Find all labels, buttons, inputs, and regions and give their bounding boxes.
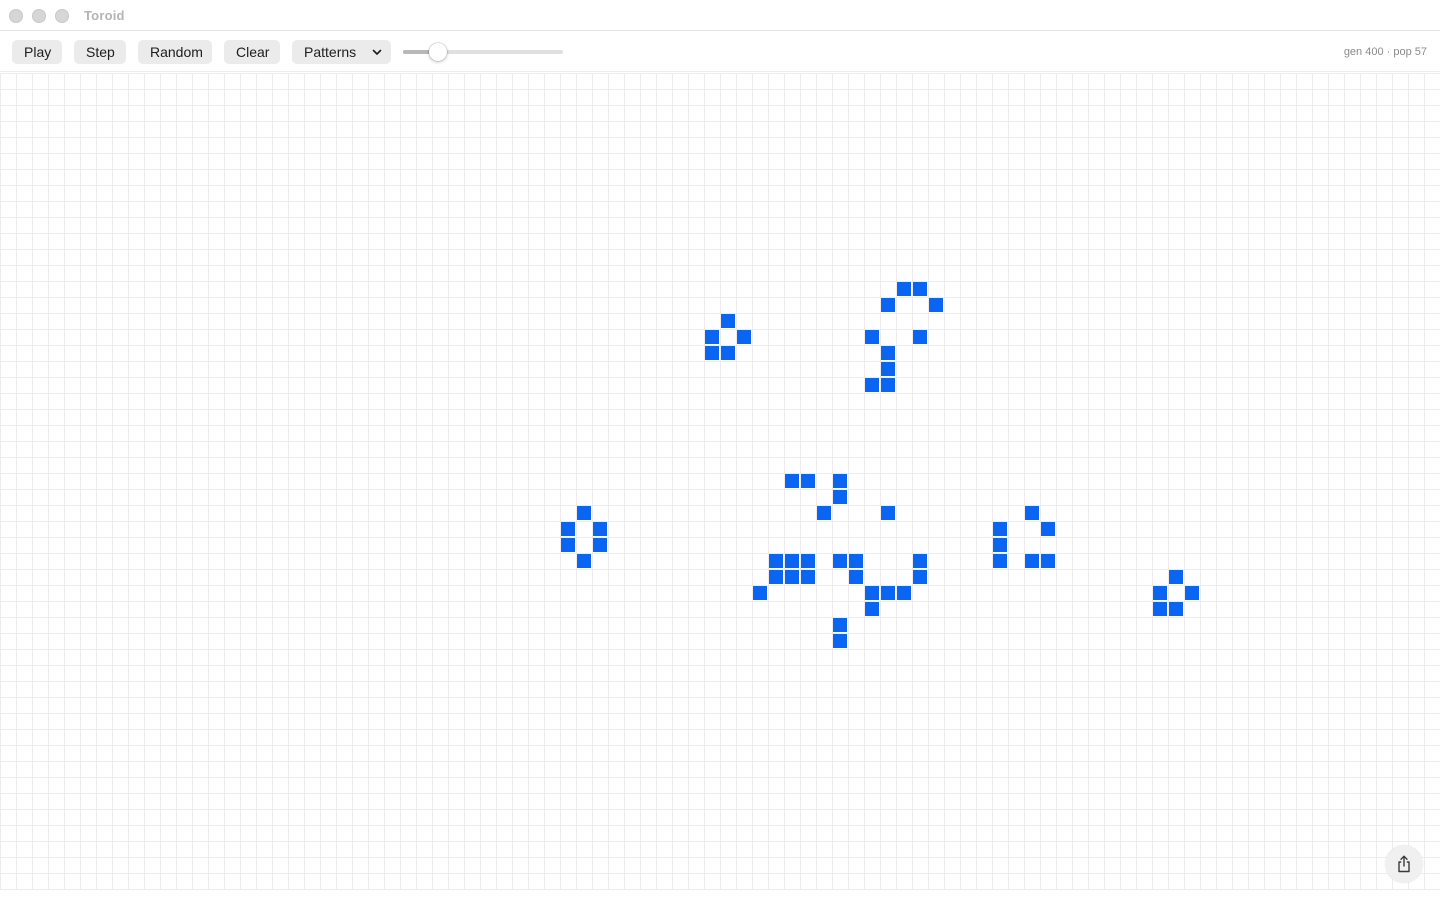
live-cell[interactable]	[785, 554, 799, 568]
live-cell[interactable]	[769, 570, 783, 584]
chevron-down-icon	[371, 40, 383, 64]
live-cell[interactable]	[881, 346, 895, 360]
live-cell[interactable]	[561, 538, 575, 552]
live-cell[interactable]	[737, 330, 751, 344]
live-cell[interactable]	[817, 506, 831, 520]
live-cell[interactable]	[881, 298, 895, 312]
live-cell[interactable]	[1185, 586, 1199, 600]
window-title: Toroid	[84, 8, 125, 23]
life-grid-canvas[interactable]	[0, 73, 1440, 890]
live-cell[interactable]	[913, 570, 927, 584]
patterns-dropdown[interactable]: Patterns	[292, 40, 391, 64]
live-cell[interactable]	[913, 282, 927, 296]
live-cell[interactable]	[833, 474, 847, 488]
live-cell[interactable]	[1025, 506, 1039, 520]
live-cell[interactable]	[897, 282, 911, 296]
play-button[interactable]: Play	[12, 40, 62, 64]
live-cell[interactable]	[1169, 602, 1183, 616]
random-button[interactable]: Random	[138, 40, 212, 64]
clear-button[interactable]: Clear	[224, 40, 280, 64]
speed-slider[interactable]	[403, 42, 563, 62]
live-cell[interactable]	[881, 586, 895, 600]
live-cell[interactable]	[849, 554, 863, 568]
live-cell[interactable]	[721, 346, 735, 360]
zoom-window-button[interactable]	[55, 9, 69, 23]
toolbar: Play Step Random Clear Patterns gen 400 …	[0, 32, 1440, 72]
bottom-margin	[0, 890, 1440, 900]
live-cell[interactable]	[785, 474, 799, 488]
live-cell[interactable]	[753, 586, 767, 600]
live-cell[interactable]	[593, 538, 607, 552]
live-cell[interactable]	[993, 554, 1007, 568]
minimize-window-button[interactable]	[32, 9, 46, 23]
live-cell[interactable]	[1041, 554, 1055, 568]
live-cell[interactable]	[593, 522, 607, 536]
live-cell[interactable]	[849, 570, 863, 584]
live-cell[interactable]	[801, 474, 815, 488]
live-cell[interactable]	[833, 634, 847, 648]
live-cell[interactable]	[577, 554, 591, 568]
live-cell[interactable]	[1169, 570, 1183, 584]
live-cell[interactable]	[913, 330, 927, 344]
live-cell[interactable]	[833, 554, 847, 568]
live-cell[interactable]	[1025, 554, 1039, 568]
live-cell[interactable]	[865, 586, 879, 600]
close-window-button[interactable]	[9, 9, 23, 23]
live-cell[interactable]	[881, 506, 895, 520]
live-cell[interactable]	[913, 554, 927, 568]
live-cell[interactable]	[785, 570, 799, 584]
live-cell[interactable]	[865, 378, 879, 392]
live-cell[interactable]	[833, 618, 847, 632]
share-button[interactable]	[1385, 845, 1423, 883]
live-cell[interactable]	[897, 586, 911, 600]
speed-slider-thumb[interactable]	[429, 43, 447, 61]
app-window: Toroid Play Step Random Clear Patterns g…	[0, 0, 1440, 900]
live-cell[interactable]	[801, 570, 815, 584]
live-cell[interactable]	[801, 554, 815, 568]
live-cell[interactable]	[833, 490, 847, 504]
live-cell[interactable]	[865, 330, 879, 344]
live-cell[interactable]	[705, 330, 719, 344]
live-cell[interactable]	[705, 346, 719, 360]
live-cell[interactable]	[881, 362, 895, 376]
generation-population-status: gen 400 · pop 57	[1343, 46, 1427, 58]
live-cell[interactable]	[561, 522, 575, 536]
live-cell[interactable]	[577, 506, 591, 520]
live-cell[interactable]	[721, 314, 735, 328]
step-button[interactable]: Step	[74, 40, 126, 64]
live-cell[interactable]	[769, 554, 783, 568]
live-cell[interactable]	[1153, 602, 1167, 616]
patterns-dropdown-label: Patterns	[304, 44, 357, 60]
title-bar: Toroid	[0, 0, 1440, 31]
live-cell[interactable]	[993, 522, 1007, 536]
live-cell[interactable]	[929, 298, 943, 312]
live-cell[interactable]	[993, 538, 1007, 552]
live-cell[interactable]	[881, 378, 895, 392]
live-cell[interactable]	[865, 602, 879, 616]
live-cell[interactable]	[1153, 586, 1167, 600]
live-cell[interactable]	[1041, 522, 1055, 536]
